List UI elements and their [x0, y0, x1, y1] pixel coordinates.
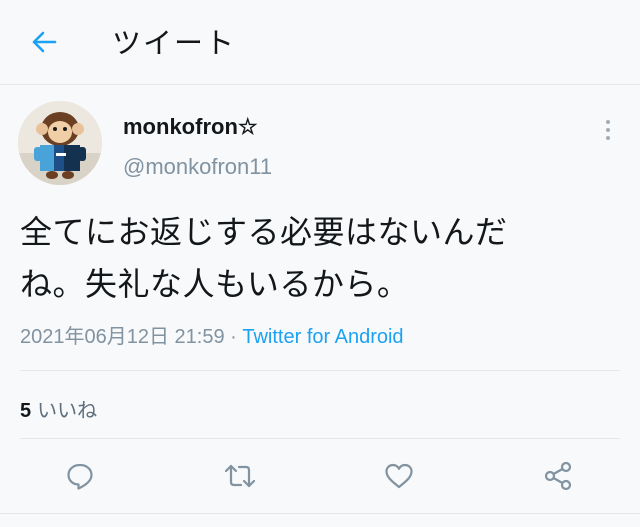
more-options-button[interactable]	[598, 116, 618, 146]
bottom-divider	[0, 513, 640, 514]
likes-stat[interactable]: 5 いいね	[20, 394, 97, 423]
retweet-icon	[224, 464, 256, 488]
retweet-button[interactable]	[222, 458, 258, 494]
tweet-meta: 2021年06月12日 21:59 · Twitter for Android	[20, 320, 404, 349]
top-bar: ツイート	[0, 0, 640, 85]
meta-separator: ·	[224, 326, 243, 348]
page-title: ツイート	[112, 26, 237, 60]
share-button[interactable]	[540, 458, 576, 494]
timestamp[interactable]: 2021年06月12日 21:59	[20, 326, 225, 348]
avatar[interactable]	[18, 101, 102, 185]
share-icon	[544, 461, 572, 491]
reply-icon	[67, 463, 93, 490]
tweet-text: 全てにお返じする必要はないんだ ね。失礼な人もいるから。	[20, 206, 620, 310]
source-link[interactable]: Twitter for Android	[242, 326, 403, 348]
like-icon	[385, 463, 413, 489]
back-button[interactable]	[26, 24, 62, 60]
likes-count: 5	[20, 400, 32, 422]
arrow-left-icon	[32, 31, 57, 53]
like-button[interactable]	[381, 458, 417, 494]
divider	[20, 438, 620, 439]
more-vertical-icon	[606, 120, 610, 140]
display-name[interactable]: monkofron☆	[123, 114, 258, 140]
tweet-text-line: ね。失礼な人もいるから。	[20, 265, 410, 303]
monkey-doll-avatar-image	[18, 101, 102, 185]
tweet-text-line: 全てにお返じする必要はないんだ	[20, 213, 508, 251]
reply-button[interactable]	[62, 458, 98, 494]
likes-label: いいね	[37, 398, 98, 422]
user-handle[interactable]: @monkofron11	[123, 154, 272, 180]
divider	[20, 370, 620, 371]
